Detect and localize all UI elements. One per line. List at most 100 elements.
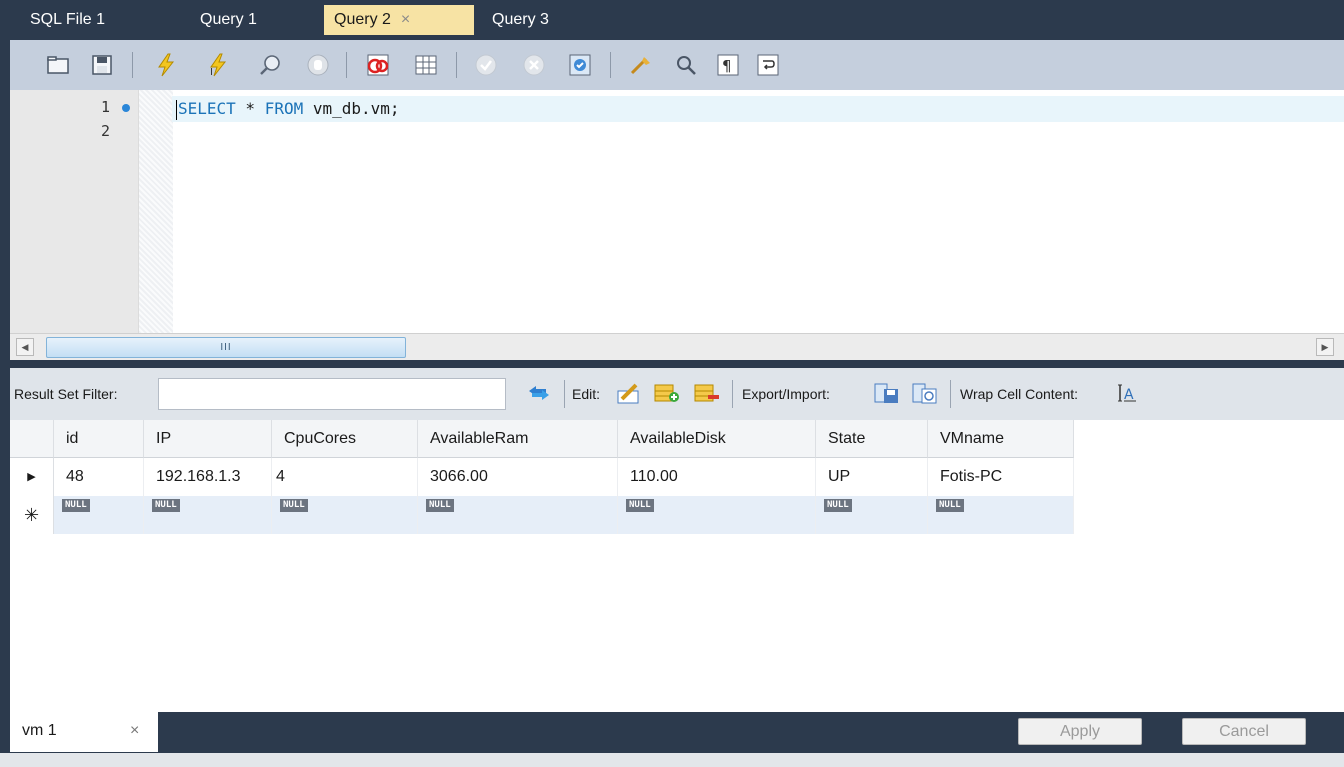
- edit-label: Edit:: [572, 386, 601, 402]
- grid-cell-null[interactable]: NULL: [816, 496, 928, 534]
- tab-label: Query 3: [492, 11, 549, 28]
- tab-query-3[interactable]: Query 3: [482, 5, 559, 35]
- wrap-cell-content-icon[interactable]: A: [1116, 381, 1142, 405]
- null-badge: NULL: [280, 499, 308, 512]
- grid-cell[interactable]: Fotis-PC: [928, 458, 1074, 496]
- scroll-right-arrow-icon[interactable]: ▶: [1316, 338, 1334, 356]
- column-header-cpucores[interactable]: CpuCores: [272, 420, 418, 458]
- toolbar-separator: [564, 380, 565, 408]
- explain-icon[interactable]: [258, 53, 282, 77]
- grid-cell[interactable]: 3066.00: [418, 458, 618, 496]
- grid-cell-null[interactable]: NULL: [54, 496, 144, 534]
- export-import-label: Export/Import:: [742, 386, 830, 402]
- toolbar-separator: [950, 380, 951, 408]
- null-badge: NULL: [824, 499, 852, 512]
- null-badge: NULL: [626, 499, 654, 512]
- scrollbar-thumb[interactable]: III: [46, 337, 406, 358]
- add-row-icon[interactable]: [654, 381, 680, 405]
- grid-cell[interactable]: 48: [54, 458, 144, 496]
- commit-icon[interactable]: [474, 53, 498, 77]
- tab-sql-file-1[interactable]: SQL File 1: [20, 5, 115, 35]
- tab-query-1[interactable]: Query 1: [190, 5, 267, 35]
- grid-cell[interactable]: 4: [272, 458, 418, 496]
- null-badge: NULL: [152, 499, 180, 512]
- sql-keyword: FROM: [264, 99, 304, 118]
- invisible-chars-icon[interactable]: ¶: [716, 53, 740, 77]
- line-number-gutter: [10, 90, 138, 333]
- toolbar-separator: [132, 52, 133, 78]
- grid-cell[interactable]: UP: [816, 458, 928, 496]
- autocommit-icon[interactable]: [568, 53, 592, 77]
- new-row-marker-icon[interactable]: ✳: [10, 496, 54, 534]
- sql-code-line[interactable]: SELECT * FROM vm_db.vm;: [176, 97, 400, 121]
- grid-cell-null[interactable]: NULL: [272, 496, 418, 534]
- grid-corner: [10, 420, 54, 458]
- toolbar-separator: [346, 52, 347, 78]
- svg-text:I: I: [210, 67, 213, 77]
- wrap-cell-content-label: Wrap Cell Content:: [960, 386, 1079, 402]
- null-badge: NULL: [426, 499, 454, 512]
- fold-margin: [138, 90, 173, 333]
- grid-cell-null[interactable]: NULL: [928, 496, 1074, 534]
- column-header-id[interactable]: id: [54, 420, 144, 458]
- toolbar-separator: [732, 380, 733, 408]
- status-strip: [0, 752, 1344, 767]
- toggle-results-icon[interactable]: [414, 53, 438, 77]
- edit-row-icon[interactable]: [616, 381, 642, 405]
- grid-cell-null[interactable]: NULL: [418, 496, 618, 534]
- refresh-icon[interactable]: [526, 381, 552, 405]
- statement-marker-icon: [122, 104, 130, 112]
- stop-icon[interactable]: [306, 53, 330, 77]
- column-header-vmname[interactable]: VMname: [928, 420, 1074, 458]
- save-icon[interactable]: [90, 53, 114, 77]
- toggle-continue-on-error-icon[interactable]: [366, 53, 390, 77]
- word-wrap-icon[interactable]: [756, 53, 780, 77]
- sql-editor-toolbar: I ¶: [10, 40, 1344, 91]
- current-row-marker-icon[interactable]: ▶: [10, 458, 54, 496]
- grid-cell-null[interactable]: NULL: [144, 496, 272, 534]
- editor-results-splitter[interactable]: [0, 360, 1344, 368]
- apply-button[interactable]: Apply: [1018, 718, 1142, 745]
- execute-current-icon[interactable]: I: [206, 53, 230, 77]
- result-tab-label: vm 1: [22, 722, 57, 739]
- null-badge: NULL: [936, 499, 964, 512]
- rollback-icon[interactable]: [522, 53, 546, 77]
- scroll-left-arrow-icon[interactable]: ◀: [16, 338, 34, 356]
- close-result-tab-icon[interactable]: ×: [130, 722, 139, 740]
- editor-horizontal-scrollbar[interactable]: ◀ III ▶: [10, 333, 1344, 361]
- window-frame-edge: [0, 40, 10, 766]
- result-filter-label: Result Set Filter:: [14, 386, 118, 402]
- tab-label: SQL File 1: [30, 11, 105, 28]
- grid-cell-null[interactable]: NULL: [618, 496, 816, 534]
- execute-icon[interactable]: [154, 53, 178, 77]
- close-tab-icon[interactable]: ×: [401, 11, 410, 28]
- grid-cell[interactable]: 110.00: [618, 458, 816, 496]
- result-grid[interactable]: id IP CpuCores AvailableRam AvailableDis…: [10, 420, 1344, 712]
- result-filter-input[interactable]: [158, 378, 506, 410]
- column-header-ip[interactable]: IP: [144, 420, 272, 458]
- open-folder-icon[interactable]: [46, 53, 70, 77]
- export-icon[interactable]: [874, 381, 900, 405]
- column-header-availabledisk[interactable]: AvailableDisk: [618, 420, 816, 458]
- column-header-availableram[interactable]: AvailableRam: [418, 420, 618, 458]
- svg-text:¶: ¶: [722, 57, 732, 75]
- result-tab-vm-1[interactable]: vm 1 ×: [10, 712, 158, 752]
- grid-cell[interactable]: 192.168.1.3: [144, 458, 272, 496]
- beautify-icon[interactable]: [628, 53, 652, 77]
- query-tab-bar: SQL File 1 Query 1 Query 2 × Query 3: [0, 0, 1344, 40]
- sql-token: vm_db.vm;: [303, 99, 400, 118]
- sql-keyword: SELECT: [178, 99, 236, 118]
- tab-label: Query 2: [334, 11, 391, 28]
- toolbar-separator: [456, 52, 457, 78]
- sql-editor[interactable]: 1 2 SELECT * FROM vm_db.vm;: [10, 90, 1344, 333]
- tab-query-2[interactable]: Query 2 ×: [324, 5, 474, 35]
- delete-row-icon[interactable]: [694, 381, 720, 405]
- column-header-state[interactable]: State: [816, 420, 928, 458]
- tab-label: Query 1: [200, 11, 257, 28]
- line-number: 2: [100, 122, 110, 140]
- cancel-button[interactable]: Cancel: [1182, 718, 1306, 745]
- import-icon[interactable]: [912, 381, 938, 405]
- find-icon[interactable]: [674, 53, 698, 77]
- null-badge: NULL: [62, 499, 90, 512]
- result-toolbar: Result Set Filter: Edit: Export/Import: …: [10, 368, 1344, 420]
